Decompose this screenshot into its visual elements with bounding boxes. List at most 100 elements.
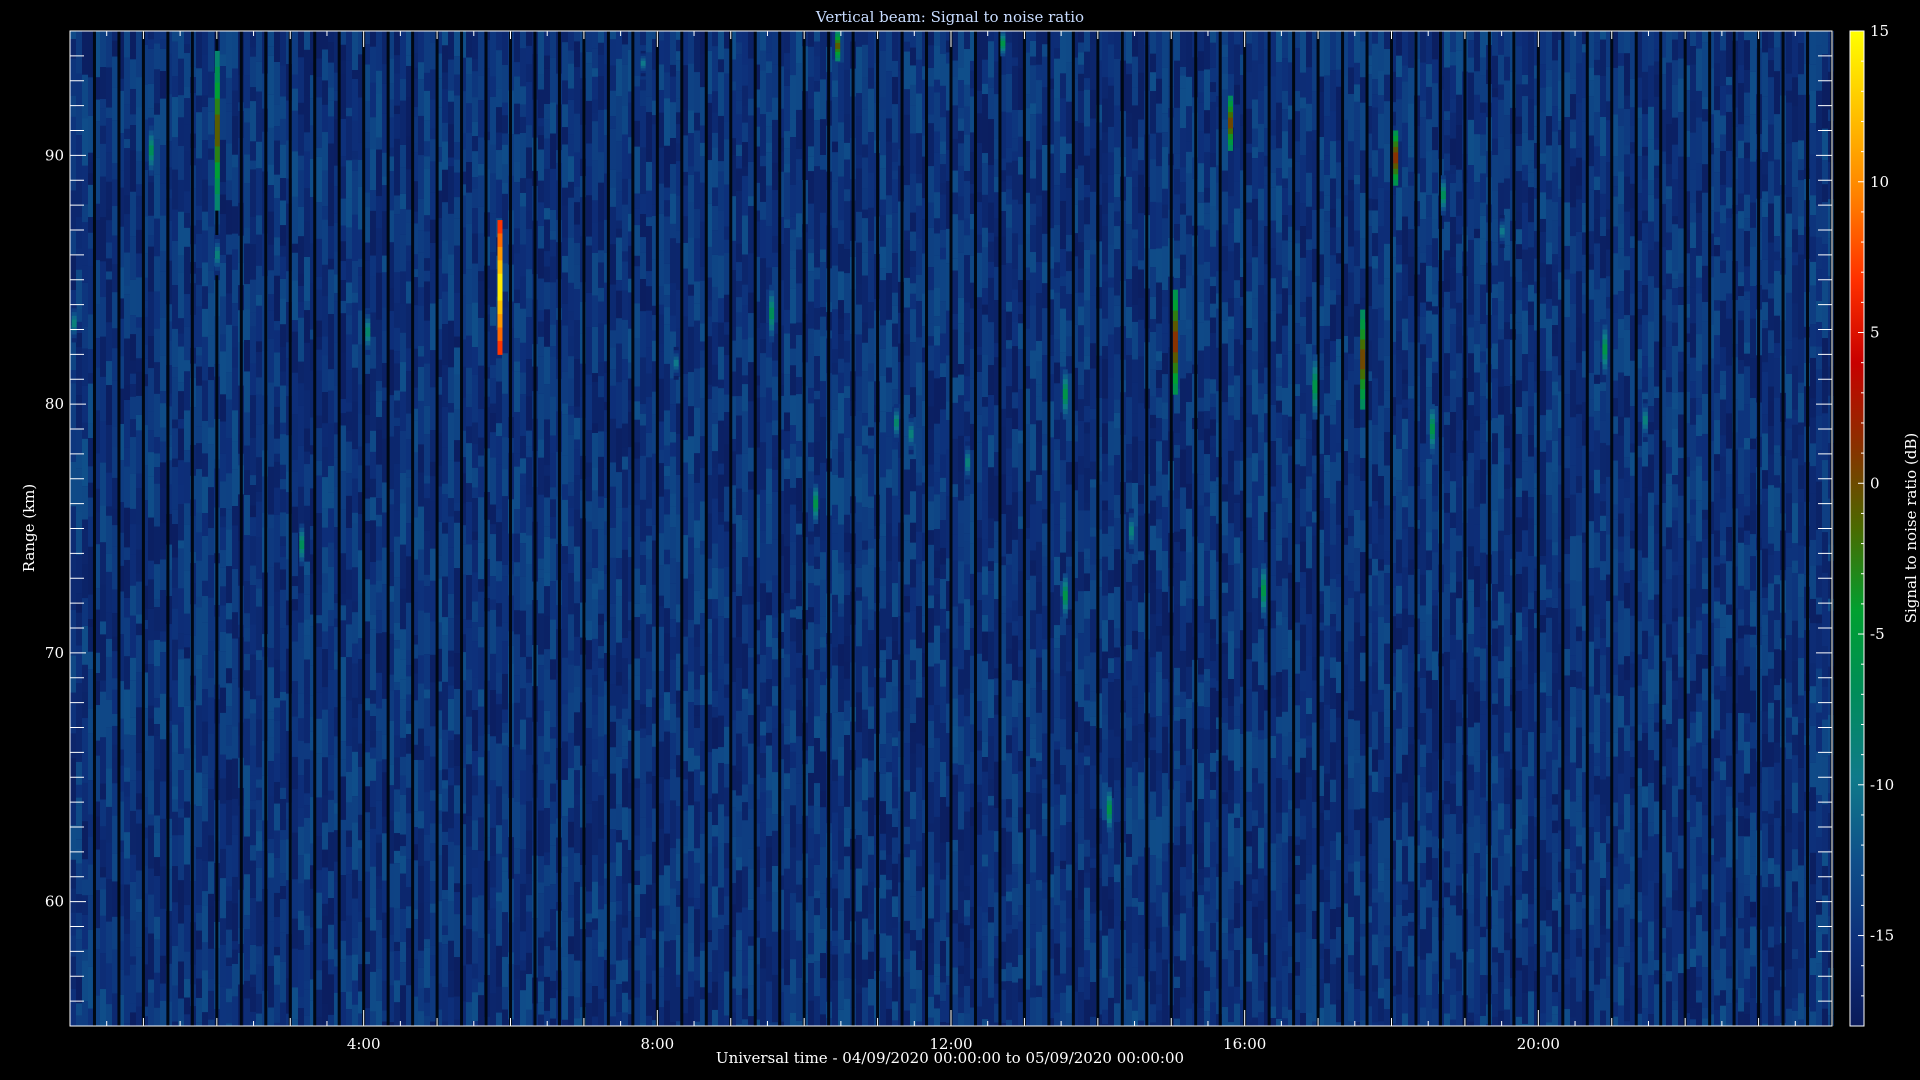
heatmap-cell [832, 374, 838, 410]
heatmap-cell [208, 270, 214, 294]
heatmap-cell [574, 186, 580, 203]
heatmap-cell [202, 622, 208, 656]
heatmap-cell [784, 458, 790, 470]
heatmap-cell [424, 612, 430, 655]
heatmap-cell [466, 544, 472, 576]
heatmap-cell [790, 564, 796, 600]
heatmap-cell [814, 120, 820, 167]
heatmap-cell [844, 720, 850, 736]
heatmap-cell [724, 531, 730, 567]
heatmap-cell [274, 830, 280, 858]
heatmap-cell [880, 571, 886, 586]
heatmap-cell [406, 556, 412, 603]
heatmap-cell [862, 507, 868, 541]
heatmap-cell [856, 567, 862, 588]
heatmap-cell [352, 567, 358, 602]
heatmap-cell [814, 783, 820, 807]
heatmap-cell [766, 790, 772, 809]
heatmap-cell [718, 255, 724, 299]
heatmap-cell [172, 428, 178, 459]
heatmap-cell [724, 444, 730, 487]
heatmap-cell [304, 659, 310, 688]
heatmap-cell [418, 811, 424, 829]
heatmap-cell [886, 436, 892, 470]
heatmap-cell [550, 168, 556, 210]
heatmap-cell [106, 506, 112, 516]
heatmap-cell [598, 431, 604, 457]
heatmap-cell [868, 88, 874, 133]
heatmap-cell [472, 978, 478, 993]
heatmap-cell [808, 301, 814, 329]
heatmap-cell [526, 717, 532, 755]
heatmap-cell [328, 832, 334, 872]
heatmap-cell [442, 31, 448, 46]
heatmap-cell [796, 180, 802, 214]
heatmap-cell [520, 688, 526, 720]
heatmap-cell [322, 477, 328, 509]
heatmap-cell [622, 549, 628, 591]
heatmap-cell [772, 830, 778, 866]
heatmap-cell [670, 637, 676, 660]
heatmap-cell [232, 834, 238, 877]
heatmap-cell [592, 759, 598, 773]
heatmap-cell [400, 962, 406, 986]
heatmap-cell [568, 311, 574, 337]
heatmap-cell [292, 88, 298, 111]
heatmap-cell [868, 687, 874, 707]
heatmap-cell [244, 494, 250, 536]
heatmap-cell [592, 99, 598, 113]
heatmap-cell [760, 894, 766, 939]
heatmap-cell [112, 264, 118, 293]
heatmap-cell [76, 321, 82, 334]
heatmap-cell [832, 874, 838, 889]
heatmap-cell [694, 1021, 700, 1026]
heatmap-cell [820, 60, 826, 80]
heatmap-cell [208, 71, 214, 98]
heatmap-cell [790, 993, 796, 1013]
heatmap-cell [136, 752, 142, 771]
heatmap-cell [808, 933, 814, 955]
heatmap-cell [160, 983, 166, 1001]
heatmap-cell [352, 302, 358, 345]
heatmap-cell [448, 90, 454, 102]
heatmap-cell [862, 540, 868, 550]
heatmap-cell [784, 479, 790, 514]
heatmap-cell [490, 504, 496, 525]
heatmap-cell [76, 761, 82, 785]
heatmap-cell [472, 622, 478, 642]
heatmap-cell [418, 728, 424, 761]
heatmap-cell [316, 475, 322, 514]
heatmap-cell [892, 179, 898, 213]
heatmap-cell [520, 192, 526, 207]
heatmap-cell [340, 605, 346, 621]
heatmap-cell [316, 692, 322, 719]
heatmap-cell [490, 432, 496, 458]
heatmap-cell [520, 104, 526, 117]
heatmap-cell [814, 41, 820, 57]
heatmap-cell [304, 505, 310, 521]
heatmap-cell [184, 294, 190, 327]
heatmap-cell [196, 205, 202, 221]
heatmap-cell [862, 188, 868, 210]
heatmap-cell [292, 681, 298, 717]
heatmap-cell [292, 610, 298, 642]
heatmap-cell [766, 142, 772, 153]
heatmap-cell [664, 720, 670, 732]
heatmap-cell [400, 303, 406, 333]
heatmap-cell [406, 928, 412, 948]
heatmap-cell [574, 770, 580, 795]
heatmap-cell [880, 432, 886, 478]
heatmap-cell [670, 619, 676, 638]
heatmap-cell [490, 31, 496, 77]
heatmap-cell [346, 991, 352, 1010]
heatmap-cell [880, 199, 886, 216]
heatmap-cell [394, 577, 400, 623]
heatmap-cell [820, 720, 826, 752]
heatmap-cell [796, 783, 802, 825]
heatmap-cell [112, 380, 118, 427]
heatmap-cell [670, 690, 676, 704]
heatmap-cell [76, 395, 82, 429]
heatmap-cell [136, 623, 142, 636]
heatmap-cell [748, 868, 754, 899]
heatmap-cell [256, 850, 262, 868]
